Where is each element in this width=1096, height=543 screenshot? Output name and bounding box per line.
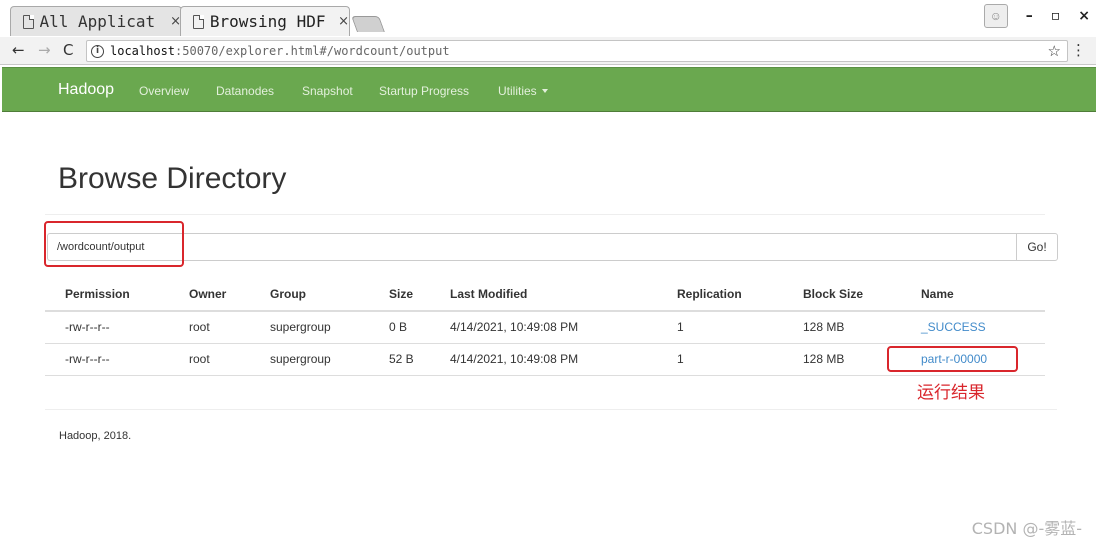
url-host: localhost <box>110 44 176 58</box>
cell-owner: root <box>169 343 250 376</box>
forward-arrow-icon[interactable]: → <box>38 41 51 59</box>
directory-path-input[interactable] <box>47 233 1017 261</box>
nav-startup-progress[interactable]: Startup Progress <box>379 84 469 98</box>
kebab-menu-icon[interactable]: ⋮ <box>1071 41 1086 59</box>
navbar-brand[interactable]: Hadoop <box>58 81 114 99</box>
header-owner[interactable]: Owner <box>169 277 250 312</box>
bookmark-star-icon[interactable]: ☆ <box>1048 42 1061 60</box>
page-icon <box>193 14 204 29</box>
browser-toolbar: ← → C i localhost:50070/explorer.html#/w… <box>0 37 1096 65</box>
watermark: CSDN @-雾蓝- <box>971 519 1082 538</box>
file-link-success[interactable]: _SUCCESS <box>921 320 986 334</box>
header-permission[interactable]: Permission <box>45 277 169 312</box>
header-name[interactable]: Name <box>901 277 1045 312</box>
file-link-part-r-00000[interactable]: part-r-00000 <box>921 352 987 366</box>
tab-all-applications[interactable]: All Applicat × <box>10 6 182 36</box>
cell-group: supergroup <box>250 311 369 344</box>
window-controls: ☺ – ▫ × <box>983 4 1090 28</box>
browser-tabstrip: All Applicat × Browsing HDF × ☺ – ▫ × <box>0 0 1096 38</box>
close-window-icon[interactable]: × <box>1078 8 1090 24</box>
page-icon <box>23 14 34 29</box>
url-path: :50070/explorer.html#/wordcount/output <box>175 44 450 58</box>
url-text: localhost:50070/explorer.html#/wordcount… <box>110 44 450 58</box>
cell-replication: 1 <box>657 311 783 344</box>
annotation-run-result: 运行结果 <box>917 383 985 403</box>
header-replication[interactable]: Replication <box>657 277 783 312</box>
header-block-size[interactable]: Block Size <box>783 277 901 312</box>
header-group[interactable]: Group <box>250 277 369 312</box>
footer-text: Hadoop, 2018. <box>59 430 132 442</box>
tab-title: All Applicat <box>39 12 156 31</box>
profile-icon[interactable]: ☺ <box>983 4 1008 28</box>
table-row: -rw-r--r-- root supergroup 0 B 4/14/2021… <box>45 311 1045 344</box>
nav-overview[interactable]: Overview <box>139 84 189 98</box>
nav-utilities[interactable]: Utilities <box>498 84 548 98</box>
cell-replication: 1 <box>657 343 783 376</box>
cell-name: part-r-00000 <box>901 343 1045 376</box>
table-header-row: Permission Owner Group Size Last Modifie… <box>45 277 1045 312</box>
header-last-modified[interactable]: Last Modified <box>430 277 657 312</box>
cell-block-size: 128 MB <box>783 343 901 376</box>
go-button[interactable]: Go! <box>1016 233 1058 261</box>
tab-close-icon[interactable]: × <box>338 14 349 29</box>
maximize-icon[interactable]: ▫ <box>1051 8 1061 24</box>
tab-browsing-hdfs[interactable]: Browsing HDF × <box>180 6 350 36</box>
cell-permission[interactable]: -rw-r--r-- <box>45 343 169 376</box>
reload-icon[interactable]: C <box>63 41 73 59</box>
back-arrow-icon[interactable]: ← <box>12 41 25 59</box>
title-divider <box>45 214 1045 215</box>
cell-modified: 4/14/2021, 10:49:08 PM <box>430 311 657 344</box>
info-icon[interactable]: i <box>91 44 104 58</box>
table-row: -rw-r--r-- root supergroup 52 B 4/14/202… <box>45 343 1045 376</box>
footer-divider <box>45 409 1057 410</box>
nav-datanodes[interactable]: Datanodes <box>216 84 274 98</box>
nav-utilities-label: Utilities <box>498 84 537 98</box>
cell-block-size: 128 MB <box>783 311 901 344</box>
new-tab-button[interactable] <box>351 16 385 32</box>
cell-name: _SUCCESS <box>901 311 1045 344</box>
header-size[interactable]: Size <box>369 277 430 312</box>
chevron-down-icon <box>541 89 548 93</box>
cell-owner: root <box>169 311 250 344</box>
cell-size: 0 B <box>369 311 430 344</box>
directory-listing-table: Permission Owner Group Size Last Modifie… <box>45 277 1045 376</box>
hadoop-navbar: Hadoop Overview Datanodes Snapshot Start… <box>2 67 1096 112</box>
page-title: Browse Directory <box>58 162 287 195</box>
cell-size: 52 B <box>369 343 430 376</box>
nav-snapshot[interactable]: Snapshot <box>302 84 353 98</box>
address-bar[interactable]: i localhost:50070/explorer.html#/wordcou… <box>86 40 1068 62</box>
cell-group: supergroup <box>250 343 369 376</box>
cell-modified: 4/14/2021, 10:49:08 PM <box>430 343 657 376</box>
tab-title: Browsing HDF <box>209 12 326 31</box>
cell-permission[interactable]: -rw-r--r-- <box>45 311 169 344</box>
minimize-icon[interactable]: – <box>1026 8 1033 24</box>
